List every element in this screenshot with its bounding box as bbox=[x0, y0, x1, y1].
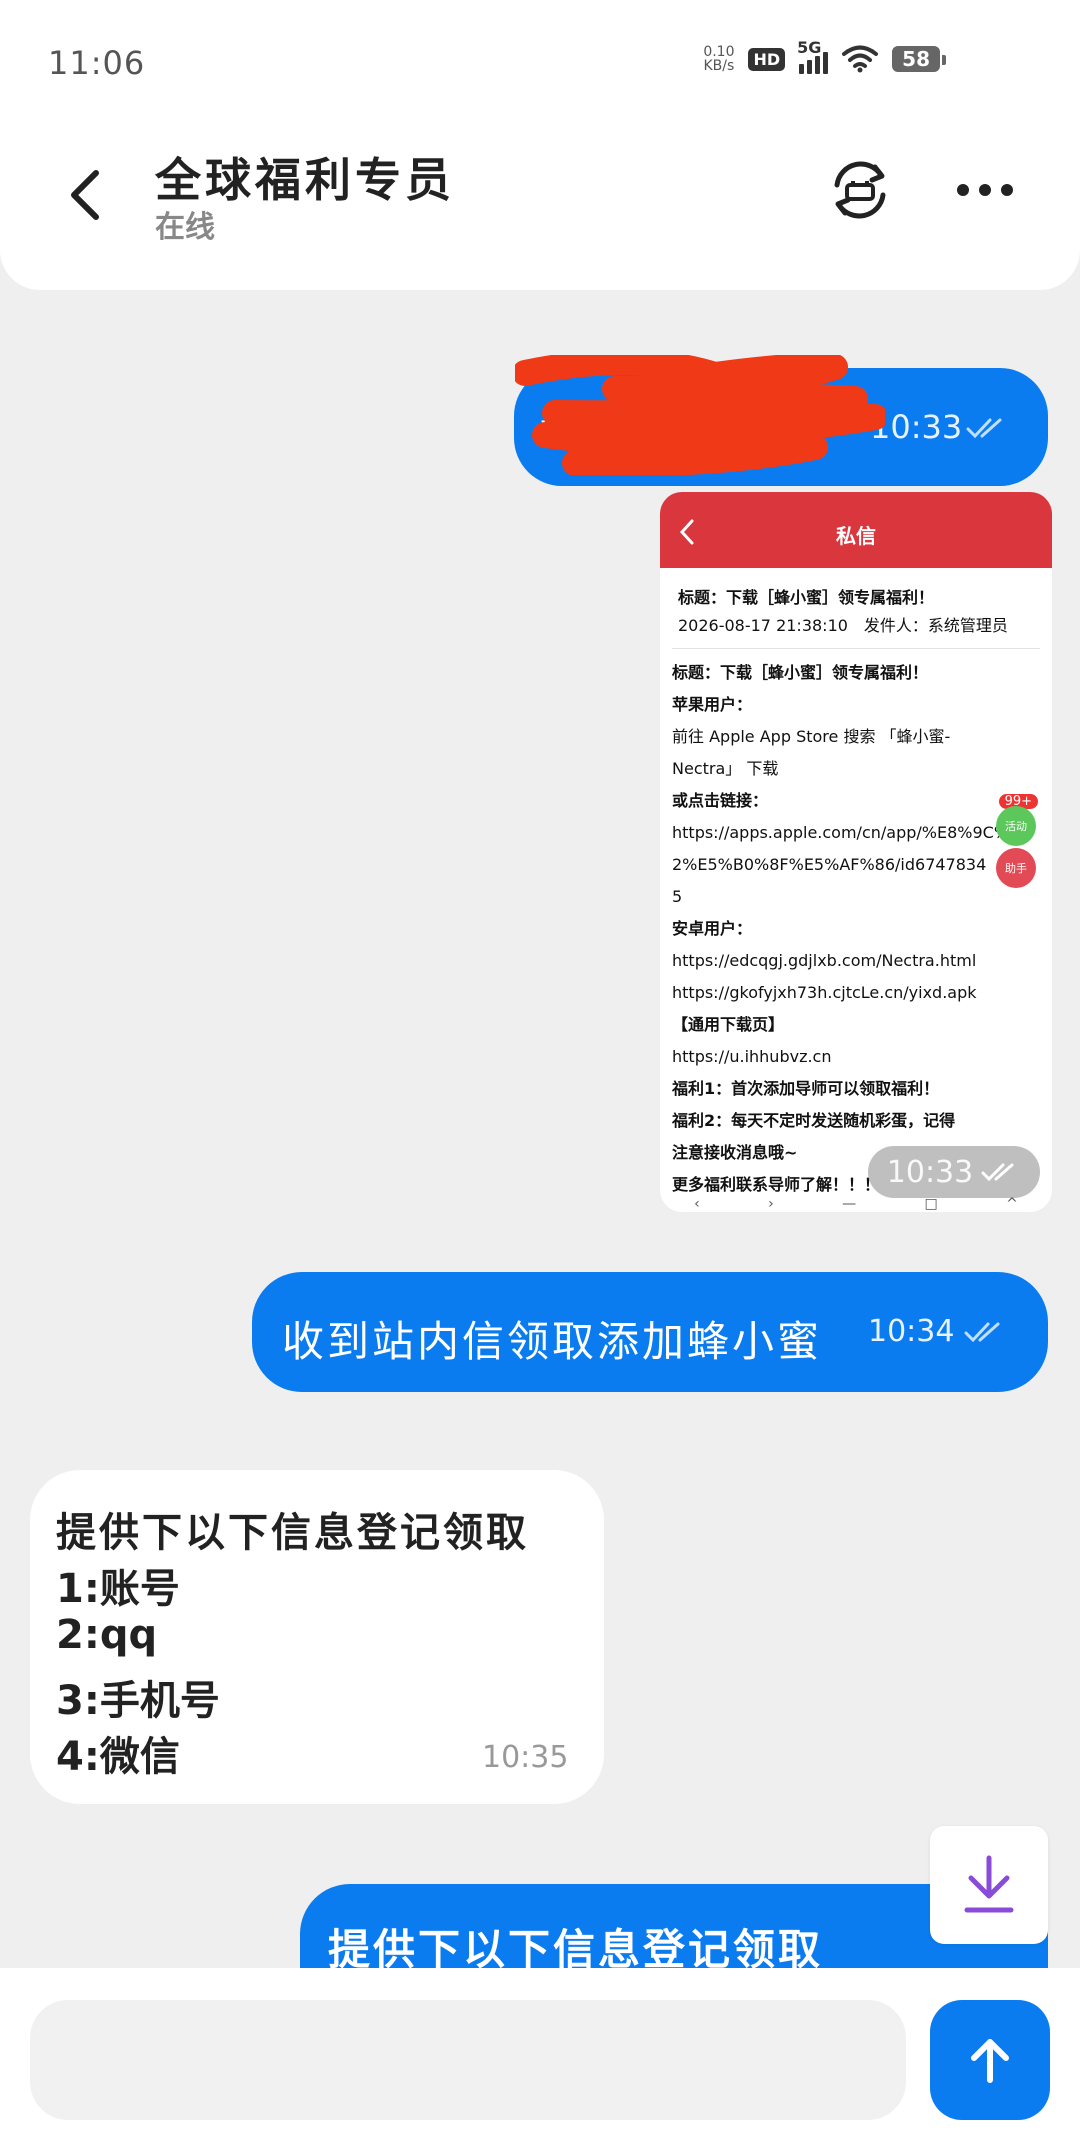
network-speed: 0.10 KB/s bbox=[703, 45, 734, 73]
download-icon bbox=[964, 1855, 1014, 1913]
back-button[interactable] bbox=[60, 160, 110, 230]
status-time: 11:06 bbox=[48, 44, 146, 82]
message-line: 4:微信 bbox=[56, 1734, 180, 1780]
screenshot-line: 福利2：每天不定时发送随机彩蛋，记得 bbox=[672, 1111, 956, 1130]
screenshot-red-badge: 助手 bbox=[996, 848, 1036, 888]
printer-sync-icon bbox=[834, 161, 886, 219]
message-line: 3:手机号 bbox=[56, 1678, 220, 1724]
status-icons: 0.10 KB/s HD 5G 58 bbox=[703, 38, 946, 74]
message-text: 收到站内信领取添加蜂小蜜 bbox=[282, 1317, 823, 1366]
screenshot-line: 或点击链接： bbox=[672, 791, 769, 810]
screenshot-line: 安卓用户： bbox=[672, 919, 753, 938]
screenshot-green-badge: 活动 bbox=[996, 806, 1036, 846]
screenshot-line: 2%E5%B0%8F%E5%AF%86/id6747834 bbox=[672, 855, 987, 874]
message-line: 提供下以下信息登记领取 bbox=[56, 1510, 529, 1556]
more-button[interactable] bbox=[945, 150, 1025, 230]
input-bar bbox=[0, 1968, 1080, 2134]
screenshot-line: 福利1：首次添加导师可以领取福利！ bbox=[672, 1079, 940, 1098]
screenshot-line: https://gkofyjxh73h.cjtcLe.cn/yixd.apk bbox=[672, 983, 977, 1002]
screenshot-line: 5 bbox=[672, 887, 683, 906]
download-button[interactable] bbox=[930, 1826, 1048, 1944]
screenshot-top-strip bbox=[660, 492, 1052, 500]
contact-name[interactable]: 全球福利专员 bbox=[155, 144, 455, 210]
image-time-pill: 10:33 bbox=[868, 1146, 1040, 1198]
send-button[interactable] bbox=[930, 2000, 1050, 2120]
back-arrow-icon bbox=[71, 170, 99, 220]
screenshot-meta-info: 2026-08-17 21:38:10 发件人：系统管理员 bbox=[678, 616, 1008, 635]
screenshot-meta: 标题：下载［蜂小蜜］领专属福利！ 2026-08-17 21:38:10 发件人… bbox=[672, 578, 1040, 649]
network-speed-value: 0.10 bbox=[703, 44, 735, 60]
outgoing-message[interactable]: 收到站内信领取添加蜂小蜜 10:34 bbox=[252, 1272, 1048, 1392]
message-line: 2:qq bbox=[56, 1612, 158, 1658]
screenshot-line: 苹果用户： bbox=[672, 695, 753, 714]
signal-icon: 5G bbox=[797, 38, 829, 74]
message-time: 10:33 bbox=[886, 1154, 974, 1190]
screenshot-back-icon bbox=[679, 519, 694, 545]
message-time: 10:35 bbox=[482, 1740, 569, 1775]
network-type-label: 5G bbox=[797, 38, 822, 57]
incoming-message[interactable]: 提供下以下信息登记领取 1:账号 2:qq 3:手机号 4:微信 10:35 bbox=[30, 1470, 604, 1804]
screenshot-nav-bar: ‹ › — □ ^ bbox=[694, 1196, 1018, 1212]
network-speed-unit: KB/s bbox=[703, 58, 735, 74]
screenshot-title: 私信 bbox=[836, 523, 876, 548]
redaction-scribble bbox=[515, 355, 885, 475]
screenshot-line: 前往 Apple App Store 搜索 「蜂小蜜- bbox=[672, 727, 951, 746]
screenshot-line: https://apps.apple.com/cn/app/%E8%9C%82 bbox=[672, 823, 1030, 842]
switch-button[interactable] bbox=[820, 150, 900, 230]
read-ticks-icon bbox=[966, 418, 1002, 439]
image-message[interactable]: 私信 标题：下载［蜂小蜜］领专属福利！ 2026-08-17 21:38:10 … bbox=[660, 492, 1052, 1212]
message-line: 1:账号 bbox=[56, 1566, 180, 1612]
battery-icon: 58 bbox=[892, 46, 946, 72]
screenshot-meta-title: 标题：下载［蜂小蜜］领专属福利！ bbox=[678, 588, 935, 607]
message-time: 10:34 bbox=[868, 1314, 955, 1349]
more-dots-icon bbox=[957, 184, 1013, 196]
screenshot-line: 标题：下载［蜂小蜜］领专属福利！ bbox=[672, 663, 929, 682]
screenshot-line: Nectra」 下载 bbox=[672, 759, 779, 778]
wifi-icon bbox=[842, 45, 879, 73]
send-arrow-icon bbox=[971, 2039, 1009, 2083]
screenshot-body: 标题：下载［蜂小蜜］领专属福利！ 2026-08-17 21:38:10 发件人… bbox=[660, 568, 1052, 1201]
chat-screen: 11:06 0.10 KB/s HD 5G 58 全球福利专员 在线 w 10:… bbox=[0, 0, 1080, 2134]
screenshot-header: 私信 bbox=[660, 500, 1052, 568]
screenshot-line: https://edcqgj.gdjlxb.com/Nectra.html bbox=[672, 951, 977, 970]
chat-header: 全球福利专员 在线 bbox=[0, 120, 1080, 290]
hd-icon: HD bbox=[748, 47, 786, 71]
read-ticks-icon bbox=[981, 1163, 1014, 1182]
message-input[interactable] bbox=[30, 2000, 906, 2120]
screenshot-line: https://u.ihhubvz.cn bbox=[672, 1047, 832, 1066]
screenshot-line: 【通用下载页】 bbox=[672, 1015, 785, 1034]
read-ticks-icon bbox=[964, 1322, 1000, 1343]
contact-status: 在线 bbox=[155, 210, 215, 245]
status-bar: 11:06 0.10 KB/s HD 5G 58 bbox=[0, 0, 1080, 120]
